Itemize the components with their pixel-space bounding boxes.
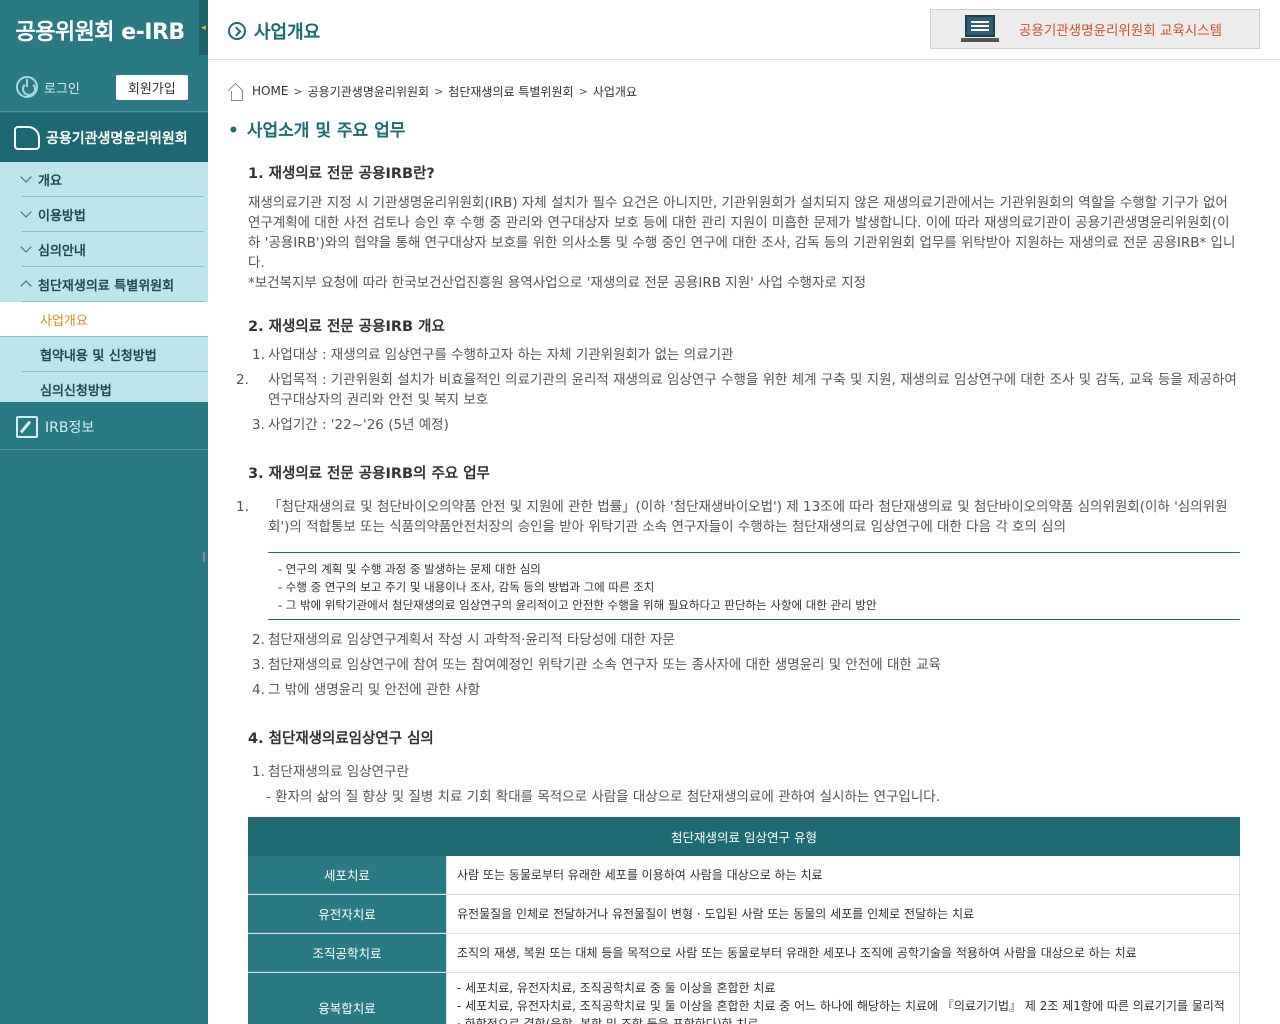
- list-item: 1. 사업대상 : 재생의료 임상연구를 수행하고자 하는 자체 기관위원회가 없…: [252, 347, 734, 363]
- sidebar-subitem-application[interactable]: 심의신청방법: [22, 372, 208, 407]
- sidebar-menu-label: 공용기관생명윤리위원회: [46, 130, 188, 147]
- scrollbar[interactable]: [203, 552, 205, 562]
- header: 사업개요 공용기관생명윤리위원회 교육시스템: [208, 0, 1280, 60]
- brand-logo[interactable]: 공용위원회 e-IRB: [0, 0, 200, 60]
- sidebar-item-review-guide[interactable]: 심의안내: [20, 232, 204, 267]
- breadcrumb-item[interactable]: 공용기관생명윤리위원회: [308, 83, 429, 100]
- edit-icon: [16, 415, 38, 438]
- review-duties-box: - 연구의 계획 및 수행 과정 중 발생하는 문제 대한 심의 - 수행 중 …: [268, 552, 1240, 620]
- heading-s4: 4. 첨단재생의료임상연구 심의: [248, 731, 434, 747]
- sidebar-item-label: 첨단재생의료 특별위원회: [38, 278, 175, 294]
- sidebar-menu-irb-info[interactable]: IRB정보: [0, 404, 208, 450]
- desc-line: - 세포치료, 유전자치료, 조직공학치료 중 둘 이상을 혼합한 치료: [457, 981, 776, 995]
- list-item: 3. 사업기간 : '22~'26 (5년 예정): [252, 417, 449, 433]
- sidebar-item-label: 심의안내: [38, 243, 86, 259]
- breadcrumb-item[interactable]: 첨단재생의료 특별위원회: [448, 83, 573, 100]
- heading-s2: 2. 재생의료 전문 공용IRB 개요: [248, 319, 445, 335]
- education-system-button[interactable]: 공용기관생명윤리위원회 교육시스템: [930, 9, 1260, 49]
- table-cell-type: 세포치료: [248, 856, 446, 894]
- divider: [0, 111, 208, 112]
- list-item: 2. 사업목적 : 기관위원회 설치가 비효율적인 의료기관의 윤리적 재생의료 …: [236, 372, 1237, 408]
- heading-s3: 3. 재생의료 전문 공용IRB의 주요 업무: [248, 466, 490, 482]
- sidebar-menu-committee[interactable]: 공용기관생명윤리위원회: [0, 113, 208, 162]
- table-cell-desc: - 세포치료, 유전자치료, 조직공학치료 중 둘 이상을 혼합한 치료 - 세…: [446, 973, 1240, 1024]
- duty-line: - 그 밖에 위탁기관에서 첨단재생의료 임상연구의 윤리적이고 안전한 수행을…: [278, 598, 877, 612]
- paragraph-s1: 재생의료기관 지정 시 기관생명윤리위원회(IRB) 자체 설치가 필수 요건은…: [248, 195, 1236, 271]
- breadcrumb-item: 사업개요: [592, 84, 637, 99]
- sidebar-menu-label: IRB정보: [45, 419, 95, 436]
- list-item: 1. 「첨단재생의료 및 첨단바이오의약품 안전 및 지원에 관한 법률」(이하 …: [236, 499, 1228, 535]
- chevron-down-icon: [20, 206, 32, 218]
- table-row: 세포치료 사람 또는 동물로부터 유래한 세포를 이용하여 사람을 대상으로 하…: [248, 856, 1240, 895]
- sidebar-item-overview[interactable]: 개요: [20, 162, 204, 197]
- table-cell-desc: 유전물질을 인체로 전달하거나 유전물질이 변형 · 도입된 사람 또는 동물의…: [446, 895, 1240, 933]
- table-row: 유전자치료 유전물질을 인체로 전달하거나 유전물질이 변형 · 도입된 사람 …: [248, 895, 1240, 934]
- chevron-right-icon: >: [434, 84, 444, 98]
- description: - 환자의 삶의 질 향상 및 질병 치료 기회 확대를 목적으로 사람을 대상…: [266, 789, 940, 805]
- sidebar-item-label: 이용방법: [38, 208, 86, 224]
- table-cell-type: 유전자치료: [248, 895, 446, 933]
- sidebar-subitem-business-overview[interactable]: 사업개요: [0, 302, 208, 337]
- login-link[interactable]: 로그인: [44, 78, 80, 97]
- chevron-right-icon: >: [293, 84, 303, 98]
- auth-row: 로그인 회원가입: [0, 62, 208, 112]
- list-item: 2. 첨단재생의료 임상연구계획서 작성 시 과학적·윤리적 타당성에 대한 자문: [252, 632, 675, 648]
- breadcrumb: HOME > 공용기관생명윤리위원회 > 첨단재생의료 특별위원회 > 사업개요: [228, 80, 637, 102]
- power-icon: [16, 76, 38, 98]
- page-title: 사업개요: [254, 22, 321, 43]
- table-cell-desc: 사람 또는 동물로부터 유래한 세포를 이용하여 사람을 대상으로 하는 치료: [446, 856, 1240, 894]
- sidebar-subitem-agreement[interactable]: 협약내용 및 신청방법: [22, 337, 208, 372]
- list-item: 4. 그 밖에 생명윤리 및 안전에 관한 사항: [252, 682, 481, 698]
- table-cell-type: 융복합치료: [248, 973, 446, 1024]
- monitor-icon: [961, 15, 999, 43]
- table-cell-desc: 조직의 재생, 복원 또는 대체 등을 목적으로 사람 또는 동물로부터 유래한…: [446, 934, 1240, 972]
- hand-heart-icon: [14, 125, 40, 150]
- table-row: 융복합치료 - 세포치료, 유전자치료, 조직공학치료 중 둘 이상을 혼합한 …: [248, 973, 1240, 1024]
- sidebar-item-special-committee[interactable]: 첨단재생의료 특별위원회: [20, 267, 204, 302]
- table-cell-type: 조직공학치료: [248, 934, 446, 972]
- desc-line: - 세포치료, 유전자치료, 조직공학치료 및 둘 이상을 혼합한 치료 중 어…: [457, 999, 1225, 1024]
- section-title: 사업소개 및 주요 업무: [228, 116, 406, 141]
- sidebar: 공용위원회 e-IRB ◂ 로그인 회원가입 공용기관생명윤리위원회 개요 이용…: [0, 0, 208, 1024]
- collapse-sidebar-button[interactable]: ◂: [199, 0, 208, 55]
- chevron-up-icon: [20, 280, 32, 292]
- chevron-down-icon: [20, 241, 32, 253]
- breadcrumb-item[interactable]: HOME: [252, 84, 288, 98]
- circle-chevron-right-icon: [228, 22, 246, 40]
- list-item: 1. 첨단재생의료 임상연구란: [252, 764, 409, 780]
- heading-s1: 1. 재생의료 전문 공용IRB란?: [248, 166, 435, 182]
- chevron-right-icon: >: [578, 84, 588, 98]
- sidebar-item-usage[interactable]: 이용방법: [20, 197, 204, 232]
- list-item: 3. 첨단재생의료 임상연구에 참여 또는 참여예정인 위탁기관 소속 연구자 또…: [252, 657, 941, 673]
- sidebar-item-label: 개요: [38, 173, 62, 189]
- table-header: 첨단재생의료 임상연구 유형: [248, 817, 1240, 856]
- chevron-down-icon: [20, 171, 32, 183]
- note-s1: *보건복지부 요청에 따라 한국보건산업진흥원 용역사업으로 '재생의료 전문 …: [248, 275, 867, 291]
- submenu: 개요 이용방법 심의안내 첨단재생의료 특별위원회 사업개요 협약내용 및 신청…: [0, 162, 208, 562]
- research-type-table: 첨단재생의료 임상연구 유형 세포치료 사람 또는 동물로부터 유래한 세포를 …: [248, 817, 1240, 1024]
- education-system-label: 공용기관생명윤리위원회 교육시스템: [1019, 23, 1223, 39]
- table-row: 조직공학치료 조직의 재생, 복원 또는 대체 등을 목적으로 사람 또는 동물…: [248, 934, 1240, 973]
- duty-line: - 수행 중 연구의 보고 주기 및 내용이나 조사, 감독 등의 방법과 그에…: [278, 580, 655, 594]
- signup-button[interactable]: 회원가입: [115, 74, 188, 100]
- duty-line: - 연구의 계획 및 수행 과정 중 발생하는 문제 대한 심의: [278, 562, 541, 576]
- home-icon[interactable]: [228, 88, 244, 102]
